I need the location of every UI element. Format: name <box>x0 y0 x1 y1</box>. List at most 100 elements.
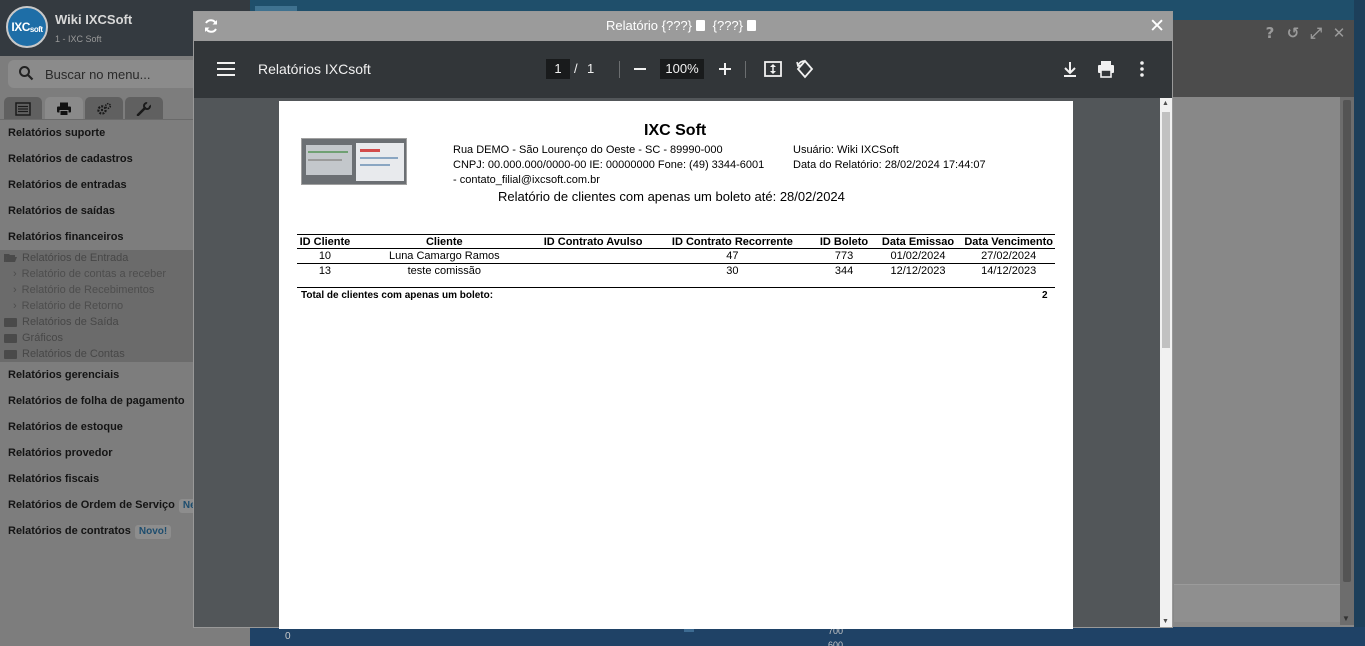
column-header: ID Cliente <box>297 234 353 249</box>
total-value: 2 <box>1042 290 1048 301</box>
print-icon[interactable] <box>1096 59 1116 79</box>
tab-list[interactable] <box>4 97 42 120</box>
app-subtitle: 1 - IXC Soft <box>55 34 102 44</box>
expand-icon[interactable]: ⤢ <box>1308 24 1324 42</box>
column-header: Data Emissao <box>873 234 963 249</box>
company-logo[interactable]: IXC soft <box>6 6 48 48</box>
fit-page-icon[interactable] <box>763 59 783 79</box>
toolbar-divider <box>745 61 746 78</box>
table-cell: 12/12/2023 <box>890 265 946 278</box>
app-title: Wiki IXCSoft <box>55 12 133 27</box>
report-cnpj: CNPJ: 00.000.000/0000-00 IE: 00000000 Fo… <box>453 159 765 171</box>
menu-item-label: Relatórios de folha de pagamento <box>8 395 185 407</box>
column-header: Cliente <box>352 234 536 249</box>
zoom-in-icon[interactable] <box>715 59 735 79</box>
page-number-input[interactable]: 1 <box>546 59 570 79</box>
modal-titlebar[interactable]: Relatório {???} {???} ✕ <box>194 12 1172 41</box>
sidebar-tabs <box>4 97 163 120</box>
company-name-text: IXC Soft <box>644 122 707 139</box>
column-header: ID Contrato Recorrente <box>650 234 815 249</box>
column-header: ID Contrato Avulso <box>535 234 651 249</box>
menu-item-label: Relatórios de contratos <box>8 525 131 537</box>
modal-title-part1: Relatório {???} <box>605 18 692 33</box>
close-icon[interactable]: ✕ <box>1331 24 1347 42</box>
table-cell <box>536 264 651 279</box>
close-icon[interactable]: ✕ <box>1149 15 1165 37</box>
menu-item-label: Relatórios de Ordem de Serviço <box>8 499 175 511</box>
background-window-controls: ? ↺ ⤢ ✕ <box>1262 24 1347 42</box>
report-title: Relatório de clientes com apenas um bole… <box>498 189 845 204</box>
history-icon[interactable]: ↺ <box>1285 24 1301 42</box>
table-cell: 344 <box>834 265 854 278</box>
submenu-item-label: Relatório de contas a receber <box>21 268 166 280</box>
company-logo-image <box>301 138 407 185</box>
rotate-icon[interactable] <box>795 59 815 79</box>
table-cell: 14/12/2023 <box>981 265 1037 278</box>
table-cell: 30 <box>726 265 739 278</box>
submenu-item-label: Relatório de Retorno <box>21 300 124 312</box>
wrench-icon <box>136 101 152 116</box>
table-cell: Luna Camargo Ramos <box>352 248 536 264</box>
table-row: 13 teste comissão 30 344 12/12/2023 14/1… <box>297 264 1055 279</box>
gears-icon <box>97 102 112 115</box>
search-icon <box>19 66 34 81</box>
help-icon[interactable]: ? <box>1262 24 1278 42</box>
table-cell: 773 <box>814 248 874 264</box>
pdf-page: IXC Soft Rua DEMO - São Lourenço do Oest… <box>279 101 1073 629</box>
folder-icon <box>4 349 17 359</box>
report-user: Usuário: Wiki IXCSoft <box>793 144 899 156</box>
copy-icon[interactable] <box>747 20 756 31</box>
chart-axis-label: 600 <box>828 640 844 646</box>
toolbar-divider <box>619 61 620 78</box>
background-scrollbar[interactable]: ▼ <box>1340 97 1354 625</box>
tab-settings[interactable] <box>85 97 123 120</box>
total-label: Total de clientes com apenas um boleto: <box>301 290 494 301</box>
copy-icon[interactable] <box>696 20 705 31</box>
chart-axis-zero: 0 <box>285 631 291 642</box>
pdf-document-title: Relatórios IXCsoft <box>258 61 371 77</box>
table-cell <box>535 248 651 264</box>
scrollbar-thumb[interactable] <box>1162 112 1170 348</box>
list-icon <box>15 101 31 116</box>
page-separator: / <box>574 61 578 76</box>
table-cell: 13 <box>318 265 332 278</box>
folder-icon <box>4 317 17 327</box>
submenu-folder-label: Relatórios de Entrada <box>22 252 129 264</box>
report-date: Data do Relatório: 28/02/2024 17:44:07 <box>793 159 986 171</box>
submenu-folder-label: Gráficos <box>22 332 63 344</box>
scroll-up-icon[interactable]: ▲ <box>1162 100 1169 107</box>
table-cell: 47 <box>650 248 815 264</box>
page-total: 1 <box>587 61 595 76</box>
scroll-down-icon[interactable]: ▼ <box>1162 618 1169 625</box>
table-header-row: ID Cliente Cliente ID Contrato Avulso ID… <box>297 234 1055 249</box>
more-vert-icon[interactable] <box>1132 59 1152 79</box>
new-badge: Novo! <box>134 525 172 539</box>
chevron-right-icon: › <box>13 300 17 312</box>
column-header: Data Vencimento <box>962 234 1055 249</box>
submenu-folder-label: Relatórios de Saída <box>22 316 119 328</box>
menu-search-input[interactable]: Buscar no menu... <box>8 60 198 88</box>
menu-item-label: Relatórios de estoque <box>8 421 123 433</box>
chevron-right-icon: › <box>13 268 17 280</box>
pdf-viewer[interactable]: IXC Soft Rua DEMO - São Lourenço do Oest… <box>194 98 1172 629</box>
column-header: ID Boleto <box>814 234 874 249</box>
tab-tools[interactable] <box>125 97 163 120</box>
table-cell: 10 <box>297 248 353 264</box>
search-placeholder: Buscar no menu... <box>45 67 151 82</box>
modal-title-part2: {???} <box>712 18 743 33</box>
menu-icon[interactable] <box>217 62 235 76</box>
report-table: ID Cliente Cliente ID Contrato Avulso ID… <box>297 234 1055 279</box>
background-panel <box>1174 584 1340 622</box>
menu-item-label: Relatórios gerenciais <box>8 369 120 381</box>
report-email: - contato_filial@ixcsoft.com.br <box>453 174 600 186</box>
report-modal: Relatório {???} {???} ✕ Relatórios IXCso… <box>193 11 1173 629</box>
background-chart-strip: 0 700 600 <box>250 626 1365 646</box>
tab-reports[interactable] <box>45 97 83 120</box>
chevron-right-icon: › <box>13 284 17 296</box>
pdf-scrollbar[interactable]: ▲ ▼ <box>1160 98 1172 627</box>
modal-title: Relatório {???} {???} <box>194 18 1172 33</box>
folder-open-icon <box>4 254 17 262</box>
download-icon[interactable] <box>1060 59 1080 79</box>
zoom-input[interactable]: 100% <box>660 59 704 79</box>
zoom-out-icon[interactable] <box>630 59 650 79</box>
